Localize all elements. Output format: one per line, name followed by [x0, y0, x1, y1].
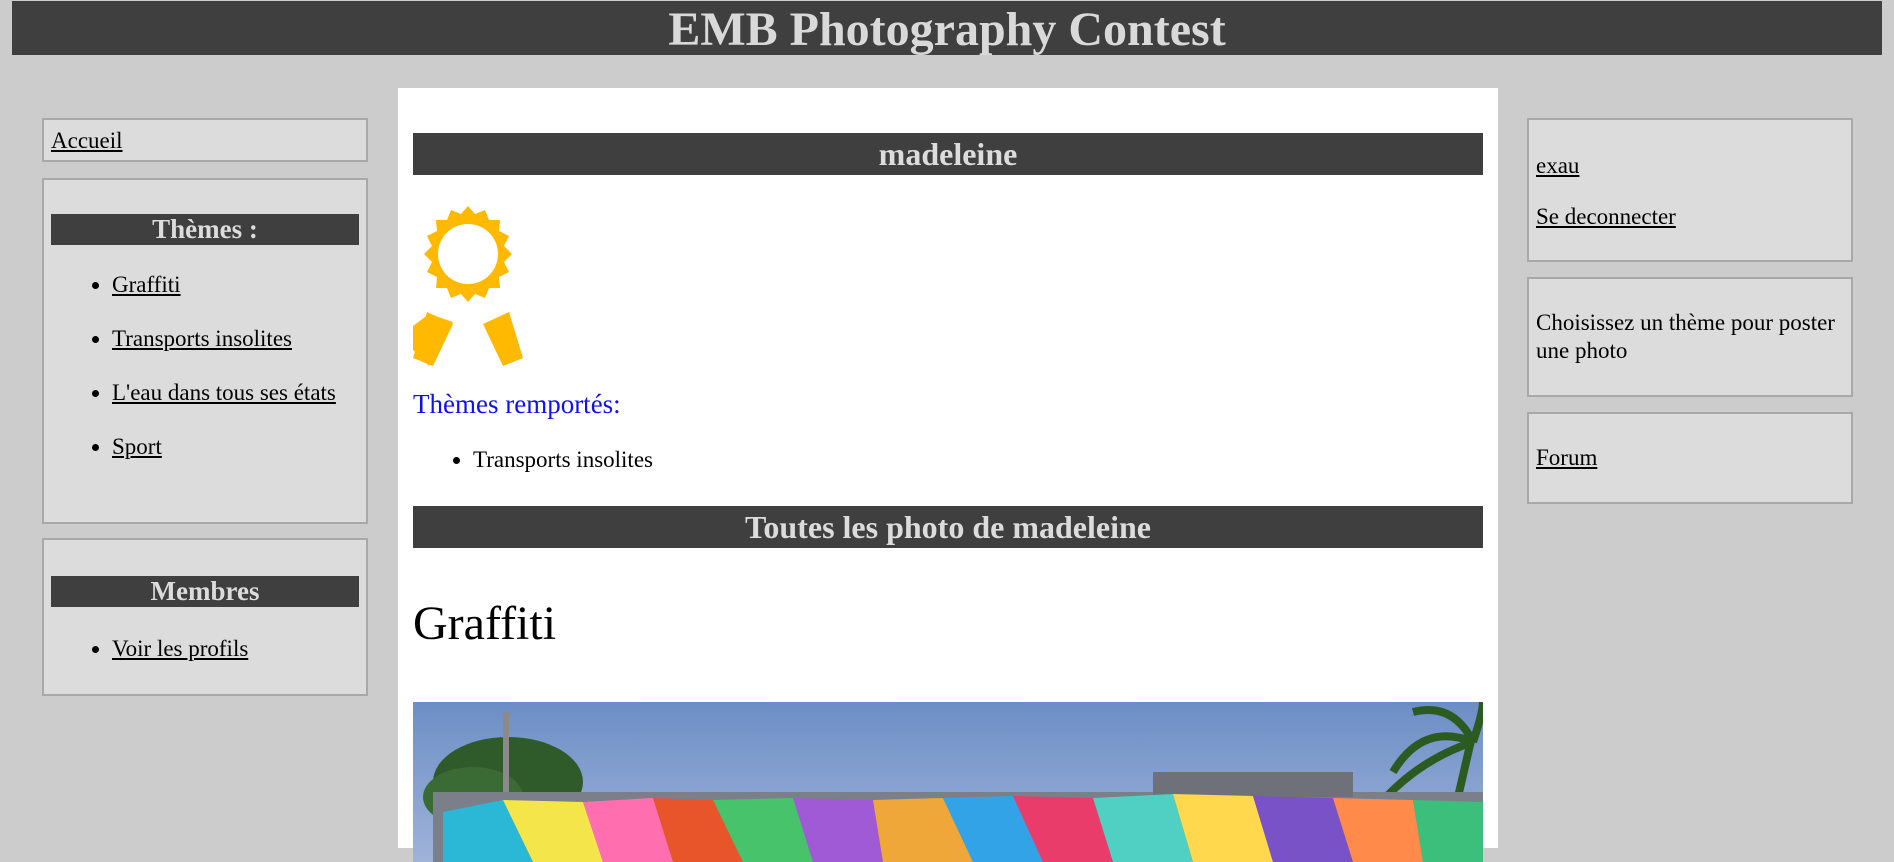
theme-link-graffiti[interactable]: Graffiti	[112, 272, 181, 297]
themes-list: Graffiti Transports insolites L'eau dans…	[44, 271, 366, 461]
home-link[interactable]: Accueil	[51, 127, 123, 155]
theme-item: L'eau dans tous ses états	[112, 379, 366, 407]
theme-item: Graffiti	[112, 271, 366, 299]
theme-item: Transports insolites	[112, 325, 366, 353]
theme-link-sport[interactable]: Sport	[112, 434, 162, 459]
forum-box: Forum	[1527, 412, 1853, 504]
won-themes-title: Thèmes remportés:	[413, 389, 621, 419]
logout-link[interactable]: Se deconnecter	[1536, 203, 1676, 231]
graffiti-photo-image	[413, 702, 1483, 862]
theme-link-transports-insolites[interactable]: Transports insolites	[112, 326, 292, 351]
photo-theme-heading: Graffiti	[413, 597, 557, 650]
won-theme-item: Transports insolites	[473, 446, 653, 474]
graffiti-photo[interactable]	[413, 702, 1483, 862]
site-header: EMB Photography Contest	[12, 1, 1882, 56]
members-item: Voir les profils	[112, 635, 366, 663]
members-box: Membres Voir les profils	[42, 538, 368, 696]
themes-box: Thèmes : Graffiti Transports insolites L…	[42, 178, 368, 524]
members-list: Voir les profils	[44, 635, 366, 663]
user-profile-link[interactable]: exau	[1536, 152, 1579, 180]
all-photos-heading: Toutes les photo de madeleine	[413, 506, 1483, 548]
forum-link[interactable]: Forum	[1536, 444, 1597, 472]
user-box: exau Se deconnecter	[1527, 118, 1853, 262]
award-medal-icon	[413, 206, 523, 366]
view-profiles-link[interactable]: Voir les profils	[112, 636, 248, 661]
members-title: Membres	[51, 576, 359, 607]
theme-item: Sport	[112, 433, 366, 461]
profile-name-heading: madeleine	[413, 133, 1483, 175]
site-title: EMB Photography Contest	[668, 3, 1226, 56]
won-themes-list: Transports insolites	[413, 446, 653, 474]
choose-theme-text: Choisissez un thème pour poster une phot…	[1536, 310, 1835, 363]
theme-link-eau[interactable]: L'eau dans tous ses états	[112, 380, 336, 405]
themes-title: Thèmes :	[51, 214, 359, 245]
home-box: Accueil	[42, 118, 368, 162]
main-content: madeleine Thèmes remportés: Transports i…	[398, 88, 1498, 862]
info-box: Choisissez un thème pour poster une phot…	[1527, 277, 1853, 397]
